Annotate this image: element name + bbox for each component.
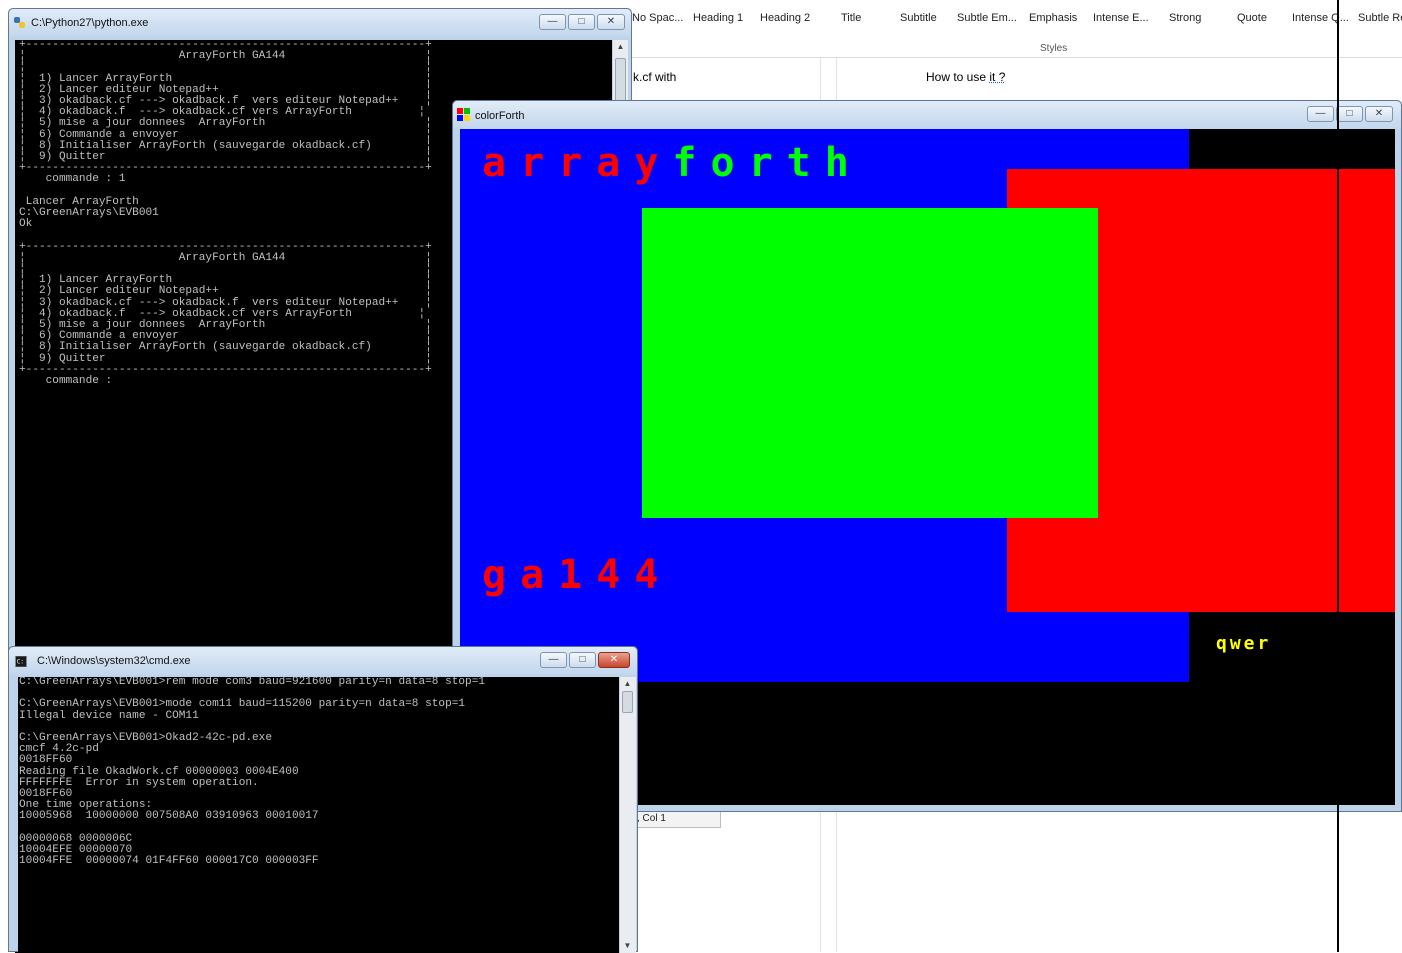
colorforth-app-icon (457, 108, 470, 121)
style-subtle-reference[interactable]: Subtle Re (1358, 12, 1402, 24)
minimize-button[interactable]: — (539, 14, 566, 30)
styles-gallery: No Spac... Heading 1 Heading 2 Title Sub… (630, 0, 1402, 40)
cmd-console-window[interactable]: C: C:\Windows\system32\cmd.exe — □ ✕ C:\… (8, 646, 638, 953)
scroll-up-arrow-icon[interactable]: ▲ (621, 677, 634, 691)
doc-text: How to use (926, 70, 990, 84)
ga144-text: ga144 (482, 552, 673, 598)
close-button[interactable]: ✕ (598, 652, 630, 668)
minimize-button[interactable]: — (1307, 106, 1334, 122)
scroll-down-arrow-icon[interactable]: ▼ (621, 939, 634, 953)
ribbon-divider (630, 57, 1402, 58)
maximize-button[interactable]: □ (1336, 106, 1363, 122)
styles-group-caption: Styles (1040, 43, 1068, 54)
svg-text:C:: C: (17, 660, 24, 666)
vertical-cursor-line (1337, 0, 1339, 952)
style-strong[interactable]: Strong (1169, 12, 1201, 24)
maximize-button[interactable]: □ (569, 652, 596, 668)
style-no-spacing[interactable]: No Spac... (632, 12, 683, 24)
scroll-up-arrow-icon[interactable]: ▲ (614, 40, 627, 54)
close-button[interactable]: ✕ (1365, 106, 1393, 122)
vertical-scrollbar[interactable]: ▲ ▼ (619, 677, 636, 953)
style-heading-1[interactable]: Heading 1 (693, 12, 743, 24)
document-text-right: How to use it ? (926, 70, 1005, 84)
window-title: C:\Windows\system32\cmd.exe (37, 655, 191, 667)
window-title: colorForth (475, 110, 525, 122)
window-title: C:\Python27\python.exe (31, 17, 149, 29)
style-emphasis[interactable]: Emphasis (1029, 12, 1077, 24)
close-button[interactable]: ✕ (597, 14, 625, 30)
style-heading-2[interactable]: Heading 2 (760, 12, 810, 24)
arrayforth-text: arrayforth (482, 141, 863, 185)
forth-word: forth (672, 140, 863, 186)
titlebar[interactable]: colorForth — □ ✕ (453, 101, 1401, 129)
scroll-thumb[interactable] (622, 691, 633, 713)
style-subtle-emphasis[interactable]: Subtle Em... (957, 12, 1017, 24)
minimize-button[interactable]: — (540, 652, 567, 668)
style-intense-emphasis[interactable]: Intense E... (1093, 12, 1149, 24)
python-icon (14, 17, 25, 28)
style-subtitle[interactable]: Subtitle (900, 12, 937, 24)
status-position-box: , Col 1 (633, 810, 721, 828)
console-output[interactable]: C:\GreenArrays\EVB001>rem mode com3 baud… (18, 677, 619, 953)
green-rectangle (642, 208, 1098, 518)
qwer-text: qwer (1216, 633, 1272, 654)
maximize-button[interactable]: □ (568, 14, 595, 30)
style-quote[interactable]: Quote (1237, 12, 1267, 24)
style-intense-quote[interactable]: Intense Q... (1292, 12, 1349, 24)
document-text-left: k.cf with (633, 70, 677, 84)
titlebar[interactable]: C:\Python27\python.exe — □ ✕ (9, 9, 631, 37)
style-title[interactable]: Title (841, 12, 861, 24)
titlebar[interactable]: C: C:\Windows\system32\cmd.exe — □ ✕ (9, 647, 637, 675)
spellcheck-underlined-text: it ? (989, 70, 1006, 84)
array-word: array (482, 140, 673, 186)
cmd-icon: C: (15, 656, 27, 667)
